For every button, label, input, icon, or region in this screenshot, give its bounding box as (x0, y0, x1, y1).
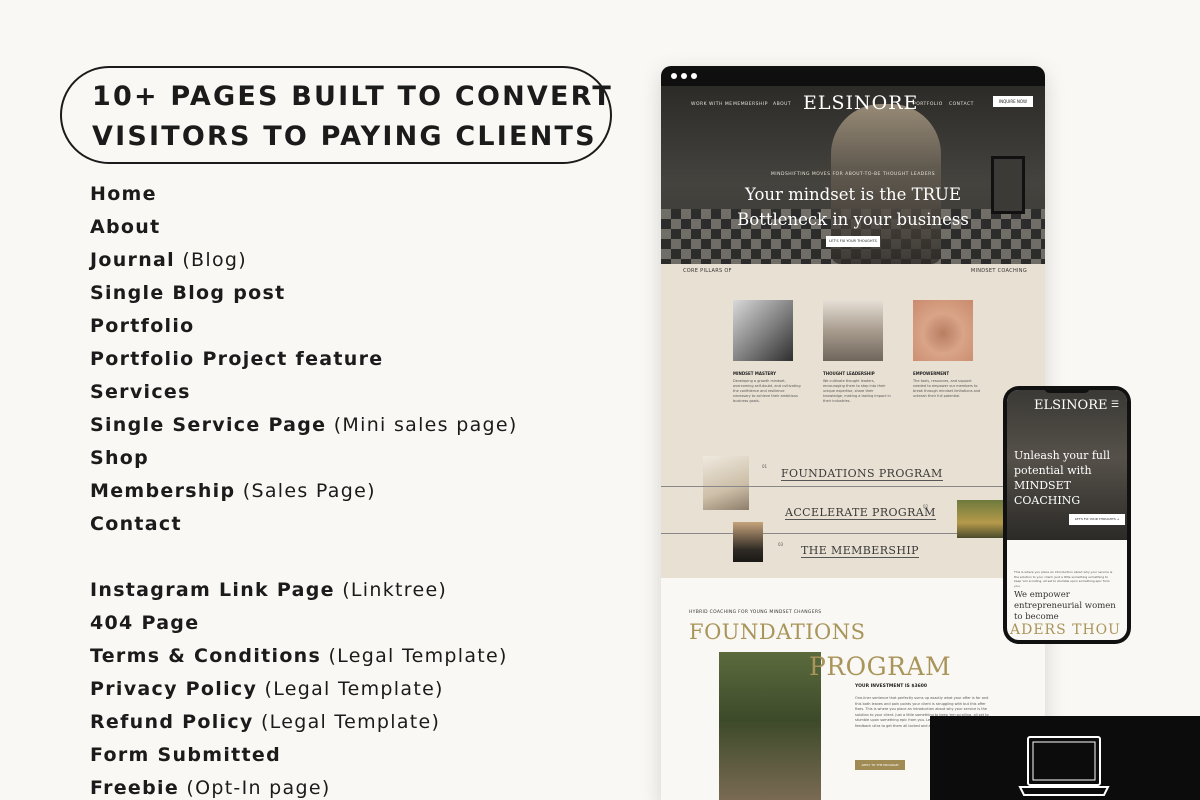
pillar-title: THOUGHT LEADERSHIP (823, 371, 875, 376)
page-heading: 10+ PAGES BUILT TO CONVERT VISITORS TO P… (60, 66, 612, 164)
list-item: Terms & Conditions (Legal Template) (90, 645, 508, 667)
program-link-accelerate[interactable]: ACCELERATE PROGRAM (785, 507, 936, 520)
list-item: Form Submitted (90, 744, 282, 766)
foundations-subtitle: PROGRAM (809, 652, 952, 681)
pillar-image-leadership (823, 300, 883, 361)
list-item: Single Blog post (90, 282, 286, 304)
pillars-right-label: MINDSET COACHING (970, 268, 1027, 274)
device-badge (930, 716, 1200, 800)
hero-cta-button[interactable]: LET'S FIX YOUR THOUGHTS (826, 236, 880, 247)
browser-chrome (661, 66, 1045, 86)
divider (661, 486, 1045, 487)
laptop-icon (1018, 736, 1110, 796)
list-item: Instagram Link Page (Linktree) (90, 579, 448, 601)
site-logo[interactable]: ELSINORE (803, 92, 918, 114)
pillar-text: We cultivate thought leaders, encouragin… (823, 379, 891, 403)
program-number: 03 (778, 542, 784, 547)
list-item: Freebie (Opt-In page) (90, 777, 331, 799)
inquire-button[interactable]: INQUIRE NOW (992, 96, 1033, 107)
hamburger-menu-icon[interactable]: ☰ (1111, 400, 1119, 410)
list-item: Shop (90, 447, 150, 469)
pillar-image-mastery (733, 300, 793, 361)
nav-link-contact[interactable]: CONTACT (949, 102, 974, 107)
program-thumb-image (733, 522, 763, 562)
foundations-title: FOUNDATIONS (689, 620, 866, 644)
phone-screen: ELSINORE ☰ Unleash your full potential w… (1007, 390, 1127, 640)
foundations-kicker: HYBRID COACHING FOR YOUNG MINDSET CHANGE… (689, 610, 822, 615)
list-item: 404 Page (90, 612, 200, 634)
list-item: Services (90, 381, 191, 403)
pillar-image-empowerment (913, 300, 973, 361)
window-dot-icon (681, 73, 687, 79)
nav-link-work[interactable]: WORK WITH ME (691, 102, 733, 107)
heading-line-1: 10+ PAGES BUILT TO CONVERT (92, 81, 614, 112)
list-item: Privacy Policy (Legal Template) (90, 678, 444, 700)
page-list: Home About Journal (Blog) Single Blog po… (90, 180, 630, 800)
list-item: Portfolio Project feature (90, 348, 384, 370)
desktop-mockup: WORK WITH ME MEMBERSHIP ABOUT PORTFOLIO … (661, 66, 1045, 800)
program-number: 01 (762, 464, 768, 469)
program-link-foundations[interactable]: FOUNDATIONS PROGRAM (781, 468, 943, 481)
program-link-membership[interactable]: THE MEMBERSHIP (801, 545, 919, 558)
pillar-text: The tools, resources, and support needed… (913, 379, 981, 398)
phone-hero-title: Unleash your full potential with MINDSET… (1014, 449, 1111, 507)
list-item: About (90, 216, 161, 238)
phone-cta-button[interactable]: LET'S FIX YOUR THOUGHTS → (1069, 514, 1125, 525)
hero-title-line-1: Your mindset is the TRUE (744, 185, 961, 204)
list-item: Single Service Page (Mini sales page) (90, 414, 518, 436)
nav-link-membership[interactable]: MEMBERSHIP (733, 102, 768, 107)
list-item: Journal (Blog) (90, 249, 247, 271)
nav-link-about[interactable]: ABOUT (773, 102, 791, 107)
window-dot-icon (671, 73, 677, 79)
list-item: Refund Policy (Legal Template) (90, 711, 441, 733)
investment-label: YOUR INVESTMENT IS $3600 (855, 684, 928, 689)
pillar-title: MINDSET MASTERY (733, 371, 777, 376)
list-item: Contact (90, 513, 182, 535)
phone-intro-text: This is where you place an introduction … (1014, 570, 1113, 588)
pillars-section: CORE PILLARS OF MINDSET COACHING MINDSET… (661, 264, 1045, 578)
apply-button[interactable]: APPLY TO THE PROGRAM (855, 760, 905, 770)
list-item: Home (90, 183, 157, 205)
phone-mockup: ELSINORE ☰ Unleash your full potential w… (1003, 386, 1131, 644)
list-item: Membership (Sales Page) (90, 480, 376, 502)
pillar-text: Developing a growth mindset, overcoming … (733, 379, 801, 403)
hero-title: Your mindset is the TRUE Bottleneck in y… (661, 182, 1045, 232)
foundations-photo-image (719, 652, 821, 800)
list-spacer (90, 543, 630, 576)
heading-line-2: VISITORS TO PAYING CLIENTS (92, 121, 597, 152)
phone-notch (1044, 386, 1090, 393)
hero-kicker: MINDSHIFTING MOVES FOR ABOUT-TO-BE THOUG… (770, 172, 936, 177)
hero-section: WORK WITH ME MEMBERSHIP ABOUT PORTFOLIO … (661, 86, 1045, 264)
window-dot-icon (691, 73, 697, 79)
phone-empower-text: We empower entrepreneurial women to beco… (1014, 590, 1116, 622)
pillar-title: EMPOWERMENT (913, 371, 950, 376)
pillars-left-label: CORE PILLARS OF (683, 268, 732, 274)
hero-title-line-2: Bottleneck in your business (737, 210, 969, 229)
program-thumb-image (703, 456, 749, 510)
phone-logo[interactable]: ELSINORE (1034, 398, 1107, 413)
list-item: Portfolio (90, 315, 195, 337)
program-thumb-image (957, 500, 1007, 538)
phone-marquee-text: ADERS THOU (1010, 622, 1121, 638)
